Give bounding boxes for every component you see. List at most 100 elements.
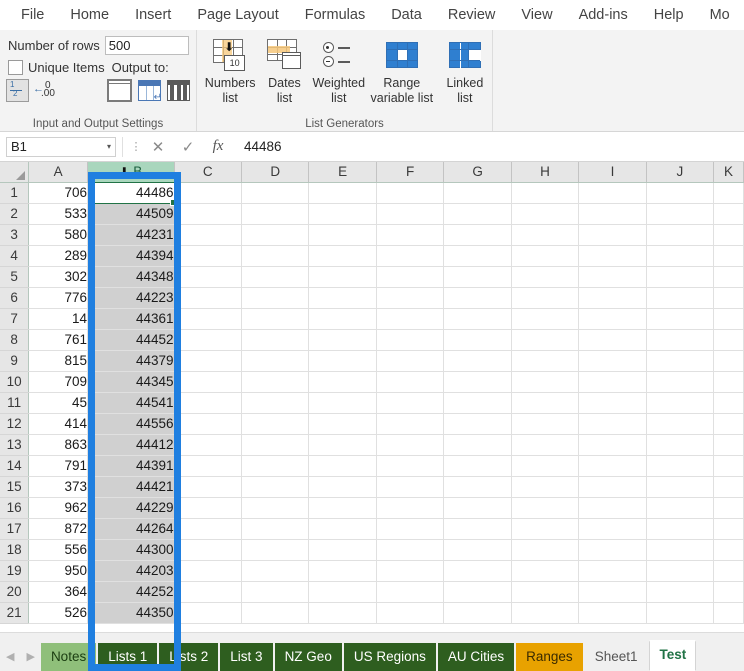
row-header-13[interactable]: 13	[0, 434, 30, 456]
cell-H18[interactable]	[511, 539, 580, 561]
cell-D20[interactable]	[241, 581, 310, 603]
cell-J14[interactable]	[646, 455, 715, 477]
row-header-21[interactable]: 21	[0, 602, 30, 624]
cell-K18[interactable]	[713, 539, 744, 561]
cell-K21[interactable]	[713, 602, 744, 624]
cell-G4[interactable]	[443, 245, 512, 267]
cell-K16[interactable]	[713, 497, 744, 519]
cell-G21[interactable]	[443, 602, 512, 624]
cell-D1[interactable]	[241, 182, 310, 204]
cell-A2[interactable]: 533	[28, 203, 89, 225]
cell-D8[interactable]	[241, 329, 310, 351]
cell-C11[interactable]	[174, 392, 243, 414]
cell-E20[interactable]	[308, 581, 377, 603]
row-header-15[interactable]: 15	[0, 476, 30, 498]
cell-J3[interactable]	[646, 224, 715, 246]
cell-G14[interactable]	[443, 455, 512, 477]
cell-F6[interactable]	[376, 287, 445, 309]
cell-E4[interactable]	[308, 245, 377, 267]
cell-B12[interactable]: 44556	[87, 413, 175, 435]
cell-H13[interactable]	[511, 434, 580, 456]
row-header-17[interactable]: 17	[0, 518, 30, 540]
cell-J7[interactable]	[646, 308, 715, 330]
cell-F14[interactable]	[376, 455, 445, 477]
column-header-h[interactable]: H	[511, 162, 580, 183]
cell-F13[interactable]	[376, 434, 445, 456]
cell-B7[interactable]: 44361	[87, 308, 175, 330]
cell-A13[interactable]: 863	[28, 434, 89, 456]
sheet-tab-lists-2[interactable]: Lists 2	[159, 643, 219, 671]
cell-K10[interactable]	[713, 371, 744, 393]
cell-F15[interactable]	[376, 476, 445, 498]
cell-C21[interactable]	[174, 602, 243, 624]
cell-H5[interactable]	[511, 266, 580, 288]
cell-B5[interactable]: 44348	[87, 266, 175, 288]
cell-K14[interactable]	[713, 455, 744, 477]
cell-H21[interactable]	[511, 602, 580, 624]
cell-B18[interactable]: 44300	[87, 539, 175, 561]
cell-I17[interactable]	[578, 518, 647, 540]
cell-H14[interactable]	[511, 455, 580, 477]
cell-B21[interactable]: 44350	[87, 602, 175, 624]
cell-E7[interactable]	[308, 308, 377, 330]
cell-J9[interactable]	[646, 350, 715, 372]
ribbon-tab-page-layout[interactable]: Page Layout	[184, 0, 291, 30]
cell-I9[interactable]	[578, 350, 647, 372]
cell-F11[interactable]	[376, 392, 445, 414]
cell-B17[interactable]: 44264	[87, 518, 175, 540]
cell-K11[interactable]	[713, 392, 744, 414]
cell-E1[interactable]	[308, 182, 377, 204]
cell-B8[interactable]: 44452	[87, 329, 175, 351]
column-header-b[interactable]: ⬇ B	[87, 162, 175, 183]
cell-K2[interactable]	[713, 203, 744, 225]
cell-G17[interactable]	[443, 518, 512, 540]
cell-D11[interactable]	[241, 392, 310, 414]
cell-H7[interactable]	[511, 308, 580, 330]
cell-C2[interactable]	[174, 203, 243, 225]
sheet-tab-ranges[interactable]: Ranges	[516, 643, 583, 671]
cell-F4[interactable]	[376, 245, 445, 267]
cell-K1[interactable]	[713, 182, 744, 204]
cell-C9[interactable]	[174, 350, 243, 372]
cell-A7[interactable]: 14	[28, 308, 89, 330]
cell-H3[interactable]	[511, 224, 580, 246]
cell-F8[interactable]	[376, 329, 445, 351]
ribbon-tab-review[interactable]: Review	[435, 0, 509, 30]
cell-B15[interactable]: 44421	[87, 476, 175, 498]
row-header-20[interactable]: 20	[0, 581, 30, 603]
cell-C16[interactable]	[174, 497, 243, 519]
cell-E2[interactable]	[308, 203, 377, 225]
cell-C20[interactable]	[174, 581, 243, 603]
cell-B3[interactable]: 44231	[87, 224, 175, 246]
cell-J1[interactable]	[646, 182, 715, 204]
cell-E11[interactable]	[308, 392, 377, 414]
row-header-18[interactable]: 18	[0, 539, 30, 561]
cell-A3[interactable]: 580	[28, 224, 89, 246]
cell-I11[interactable]	[578, 392, 647, 414]
cell-D12[interactable]	[241, 413, 310, 435]
cell-D6[interactable]	[241, 287, 310, 309]
cell-H4[interactable]	[511, 245, 580, 267]
cell-E15[interactable]	[308, 476, 377, 498]
ribbon-tab-home[interactable]: Home	[57, 0, 122, 30]
sheet-tab-nz-geo[interactable]: NZ Geo	[274, 643, 342, 671]
column-header-a[interactable]: A	[28, 162, 89, 183]
column-header-k[interactable]: K	[713, 162, 744, 183]
cell-F7[interactable]	[376, 308, 445, 330]
list-generator-button-linked[interactable]: Linked list	[438, 35, 492, 105]
cell-E18[interactable]	[308, 539, 377, 561]
cell-I21[interactable]	[578, 602, 647, 624]
cell-J13[interactable]	[646, 434, 715, 456]
ribbon-tab-insert[interactable]: Insert	[122, 0, 184, 30]
cell-D18[interactable]	[241, 539, 310, 561]
cell-G3[interactable]	[443, 224, 512, 246]
cell-B19[interactable]: 44203	[87, 560, 175, 582]
list-generator-button-numbers[interactable]: ⬇ 10 Numbers list	[203, 35, 257, 105]
row-header-6[interactable]: 6	[0, 287, 30, 309]
cell-K19[interactable]	[713, 560, 744, 582]
cancel-icon[interactable]: ✕	[143, 138, 173, 156]
cell-H2[interactable]	[511, 203, 580, 225]
cell-B16[interactable]: 44229	[87, 497, 175, 519]
cell-H10[interactable]	[511, 371, 580, 393]
cell-C13[interactable]	[174, 434, 243, 456]
